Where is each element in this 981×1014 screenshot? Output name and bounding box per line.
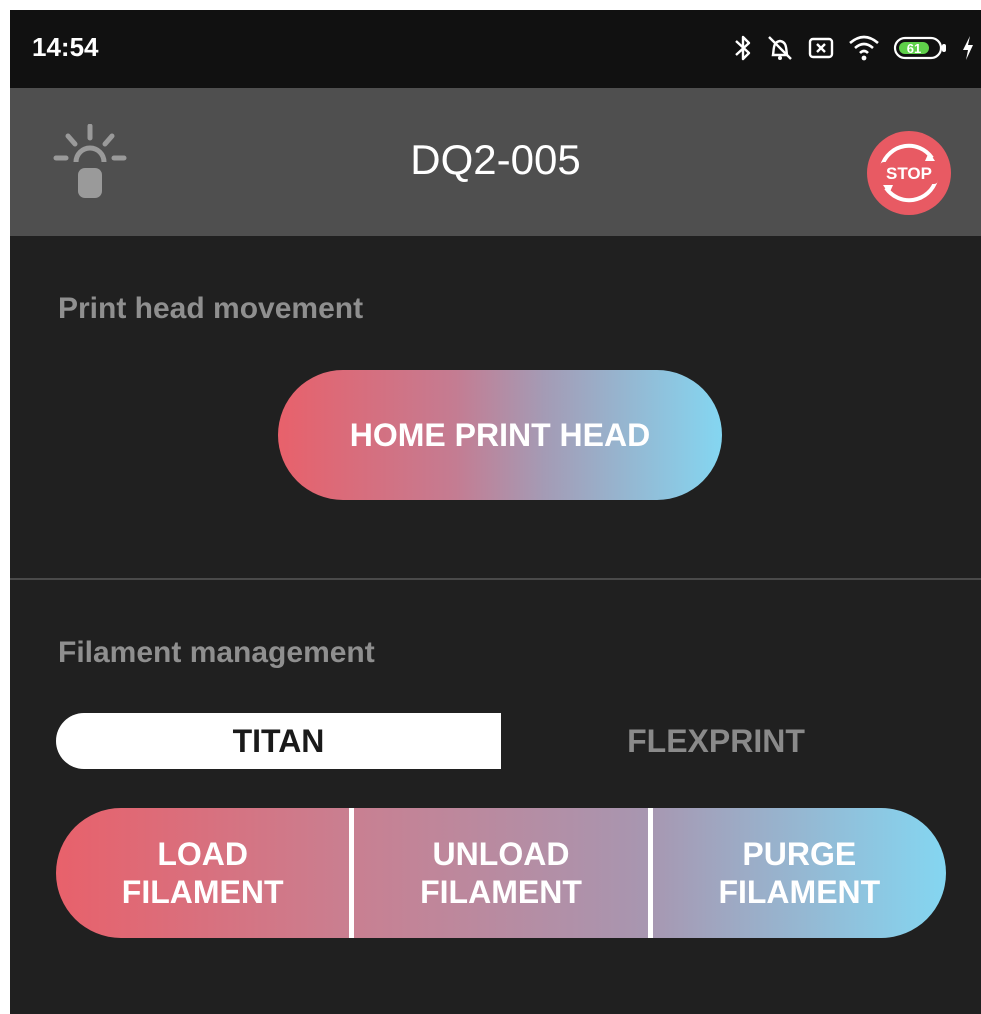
status-icons: 61 <box>733 28 975 68</box>
battery-level: 61 <box>907 41 921 56</box>
tab-titan[interactable]: TITAN <box>56 713 501 769</box>
load-filament-button[interactable]: LOAD FILAMENT <box>56 808 349 938</box>
filament-section-label: Filament management <box>58 636 375 669</box>
section-divider <box>10 578 981 580</box>
load-filament-line2: FILAMENT <box>121 874 284 910</box>
wifi-icon <box>849 35 879 61</box>
purge-filament-button[interactable]: PURGE FILAMENT <box>653 808 946 938</box>
app-screen: 14:54 61 DQ2-005 STOP Print head movemen… <box>10 10 981 1014</box>
unload-filament-line1: UNLOAD <box>432 836 570 872</box>
load-filament-line1: LOAD <box>157 836 248 872</box>
device-title: DQ2-005 <box>410 136 581 183</box>
home-print-head-button[interactable]: HOME PRINT HEAD <box>278 370 722 500</box>
purge-filament-line2: FILAMENT <box>718 874 881 910</box>
unload-filament-line2: FILAMENT <box>420 874 582 910</box>
status-time: 14:54 <box>32 32 99 62</box>
bluetooth-icon <box>735 35 751 61</box>
filament-button-group: LOAD FILAMENT UNLOAD FILAMENT PURGE FILA… <box>56 808 946 938</box>
stop-label: STOP <box>886 164 932 183</box>
purge-filament-line1: PURGE <box>742 836 857 872</box>
sim-x-icon <box>808 37 834 59</box>
tab-flexprint[interactable]: FLEXPRINT <box>566 713 866 769</box>
battery-icon: 61 <box>893 36 946 60</box>
charging-icon <box>963 36 973 60</box>
status-bar: 14:54 61 <box>10 10 981 88</box>
app-bar: DQ2-005 STOP <box>10 88 981 236</box>
alarm-off-icon <box>768 36 792 60</box>
stop-icon[interactable]: STOP <box>866 130 952 216</box>
unload-filament-button[interactable]: UNLOAD FILAMENT <box>354 808 647 938</box>
print-head-section-label: Print head movement <box>58 292 364 325</box>
